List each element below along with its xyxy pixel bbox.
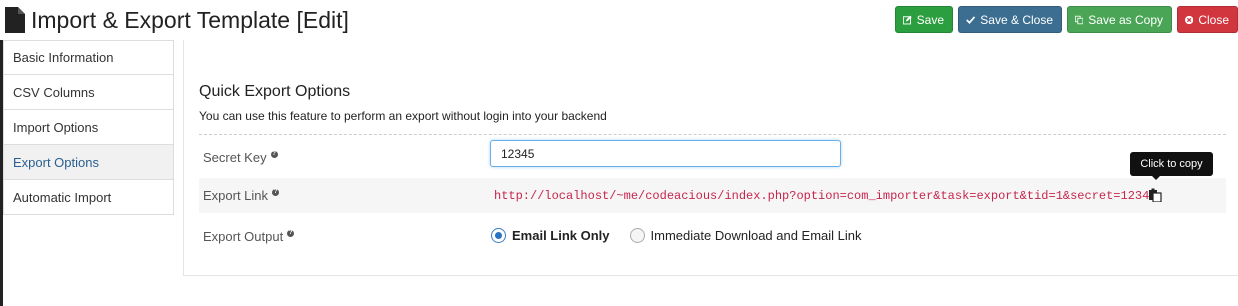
export-link-url[interactable]: http://localhost/~me/codeacious/index.ph… bbox=[494, 189, 1157, 203]
secret-key-label-wrap: Secret Key ? bbox=[203, 150, 278, 165]
help-icon[interactable]: ? bbox=[270, 151, 278, 158]
file-icon bbox=[5, 7, 25, 33]
sidebar-item-label: Import Options bbox=[13, 119, 99, 135]
save-as-copy-button[interactable]: Save as Copy bbox=[1067, 6, 1172, 33]
help-icon[interactable]: ? bbox=[272, 189, 280, 196]
sidebar-item-import-options[interactable]: Import Options bbox=[3, 110, 174, 145]
export-output-row: Export Output ? Email Link Only Immediat… bbox=[199, 219, 1226, 254]
header: Import & Export Template [Edit] Save Sav… bbox=[0, 0, 1238, 40]
tooltip-arrow bbox=[1151, 175, 1161, 180]
help-icon[interactable]: ? bbox=[287, 230, 295, 237]
section-title: Quick Export Options bbox=[199, 83, 351, 100]
sidebar-item-export-options[interactable]: Export Options bbox=[3, 145, 174, 180]
copy-icon bbox=[1075, 15, 1084, 24]
radio-immediate-download[interactable]: Immediate Download and Email Link bbox=[629, 228, 862, 243]
export-options-panel: Quick Export Options You can use this fe… bbox=[183, 40, 1238, 276]
sidebar-item-automatic-import[interactable]: Automatic Import bbox=[3, 180, 174, 215]
toolbar: Save Save & Close Save as Copy Close bbox=[895, 6, 1238, 33]
export-output-label: Export Output bbox=[203, 229, 284, 244]
radio-label: Email Link Only bbox=[512, 228, 610, 243]
copy-tooltip: Click to copy bbox=[1130, 152, 1213, 176]
section-description: You can use this feature to perform an e… bbox=[199, 109, 607, 123]
save-button[interactable]: Save bbox=[895, 6, 953, 33]
sidebar-item-label: Basic Information bbox=[13, 50, 114, 65]
close-circle-icon bbox=[1185, 15, 1194, 24]
radio-email-link-only[interactable]: Email Link Only bbox=[491, 228, 610, 243]
sidebar-item-label: CSV Columns bbox=[13, 84, 95, 100]
save-close-button[interactable]: Save & Close bbox=[958, 6, 1062, 33]
export-output-label-wrap: Export Output ? bbox=[203, 229, 295, 244]
save-label: Save bbox=[916, 12, 944, 27]
export-link-label-wrap: Export Link ? bbox=[203, 188, 280, 203]
clipboard-icon[interactable] bbox=[1148, 188, 1162, 202]
check-icon bbox=[966, 15, 976, 24]
sidebar-item-csv-columns[interactable]: CSV Columns bbox=[3, 75, 174, 110]
export-output-radio-group: Email Link Only Immediate Download and E… bbox=[491, 228, 882, 243]
radio-button[interactable] bbox=[629, 228, 645, 243]
export-link-row: Export Link ? http://localhost/~me/codea… bbox=[199, 152, 1226, 213]
save-as-copy-label: Save as Copy bbox=[1088, 12, 1163, 27]
export-link-label: Export Link bbox=[203, 188, 269, 203]
edit-icon bbox=[903, 15, 912, 24]
sidebar-item-label: Automatic Import bbox=[13, 189, 112, 205]
sidebar-item-basic-information[interactable]: Basic Information bbox=[3, 40, 174, 75]
radio-label: Immediate Download and Email Link bbox=[650, 228, 862, 243]
radio-button-selected[interactable] bbox=[491, 228, 506, 243]
save-close-label: Save & Close bbox=[980, 12, 1053, 27]
title-wrap: Import & Export Template [Edit] bbox=[5, 6, 349, 34]
secret-key-row: Secret Key ? bbox=[199, 140, 1226, 175]
sidebar: Basic Information CSV Columns Import Opt… bbox=[3, 40, 174, 215]
page-title: Import & Export Template [Edit] bbox=[31, 7, 349, 33]
secret-key-input[interactable] bbox=[490, 140, 841, 167]
close-label: Close bbox=[1198, 12, 1229, 27]
sidebar-item-label: Export Options bbox=[13, 154, 99, 170]
close-button[interactable]: Close bbox=[1177, 6, 1238, 33]
divider bbox=[199, 134, 1226, 135]
secret-key-label: Secret Key bbox=[203, 150, 267, 165]
